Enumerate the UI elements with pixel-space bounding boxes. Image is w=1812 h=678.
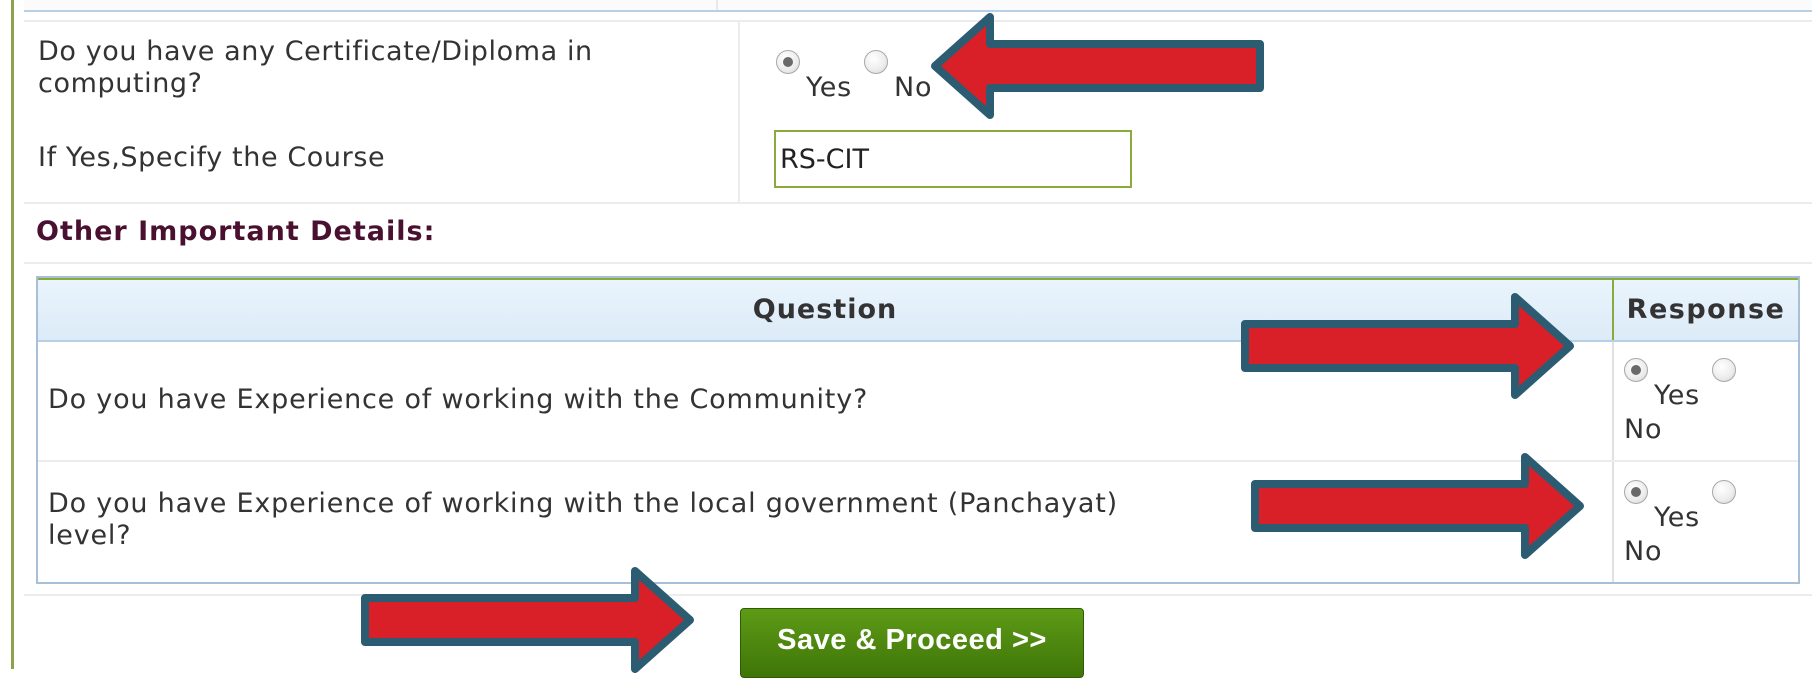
panchayat-no-radio[interactable] [1712, 480, 1736, 504]
section-divider [24, 262, 1812, 264]
community-yes-radio[interactable] [1624, 358, 1648, 382]
computing-yes-label: Yes [806, 72, 852, 103]
panchayat-yes-radio[interactable] [1624, 480, 1648, 504]
specify-course-row: If Yes,Specify the Course [24, 118, 1812, 204]
panchayat-question-line1: Do you have Experience of working with t… [48, 488, 1118, 519]
computing-certificate-row: Do you have any Certificate/Diploma in c… [24, 20, 1812, 120]
computing-no-radio[interactable] [864, 50, 888, 74]
community-no-label: No [1624, 414, 1663, 445]
left-border [11, 0, 14, 669]
panchayat-question-line2: level? [48, 520, 132, 551]
right-arrow-icon [1241, 293, 1574, 399]
course-input[interactable] [774, 130, 1132, 188]
specify-course-cell: If Yes,Specify the Course [24, 118, 740, 202]
computing-question-cell: Do you have any Certificate/Diploma in c… [24, 22, 740, 118]
community-no-radio[interactable] [1712, 358, 1736, 382]
actions-divider [24, 594, 1812, 596]
right-arrow-icon [361, 567, 694, 673]
panchayat-yes-label: Yes [1654, 502, 1700, 533]
community-response-cell: Yes No [1612, 342, 1798, 460]
computing-question-label-cont: computing? [38, 68, 203, 99]
computing-question-label: Do you have any Certificate/Diploma in [38, 36, 593, 67]
response-column-header: Response [1612, 280, 1798, 340]
left-arrow-icon [931, 13, 1264, 119]
computing-no-label: No [894, 72, 933, 103]
specify-course-label: If Yes,Specify the Course [38, 142, 386, 173]
panchayat-no-label: No [1624, 536, 1663, 567]
section-title: Other Important Details: [36, 216, 436, 247]
previous-row-edge [24, 0, 1812, 12]
community-question: Do you have Experience of working with t… [48, 384, 869, 415]
panchayat-response-cell: Yes No [1612, 462, 1798, 582]
right-arrow-icon [1251, 453, 1584, 559]
save-proceed-button[interactable]: Save & Proceed >> [740, 608, 1084, 678]
computing-yes-radio[interactable] [776, 50, 800, 74]
community-yes-label: Yes [1654, 380, 1700, 411]
